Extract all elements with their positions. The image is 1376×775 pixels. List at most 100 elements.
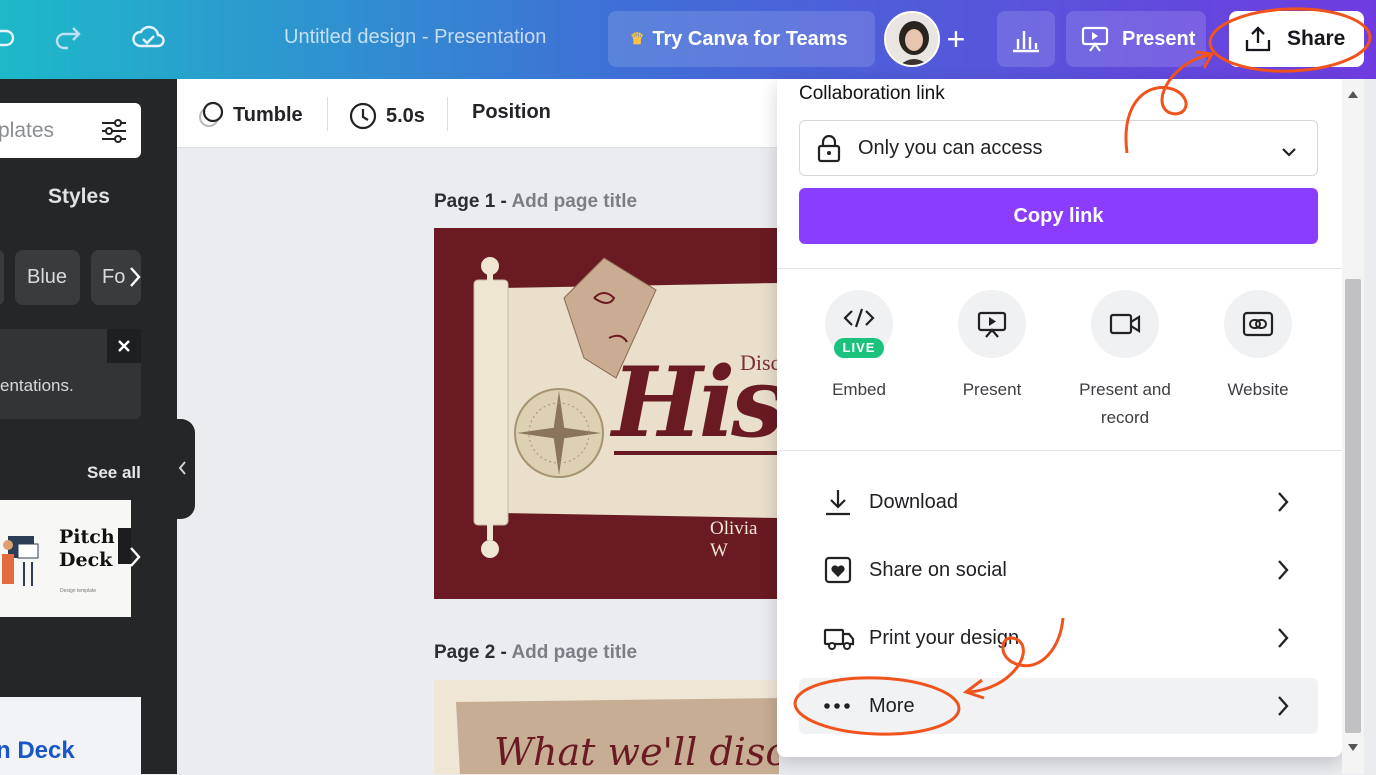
present-record-label: Present and record xyxy=(1079,380,1171,427)
style-chip-blue[interactable]: Blue xyxy=(15,250,80,305)
template-thumbnail[interactable]: n Deck xyxy=(0,697,141,775)
svg-text:Design template: Design template xyxy=(60,588,96,594)
lock-icon xyxy=(816,134,842,169)
clock-icon xyxy=(348,101,378,131)
preview-title: What we'll discuss xyxy=(494,730,779,774)
copy-link-button[interactable]: Copy link xyxy=(799,188,1318,244)
embed-option[interactable]: LIVE Embed xyxy=(794,290,924,404)
chevron-right-icon[interactable] xyxy=(128,265,142,294)
page-2-label: Page 2 - Add page title xyxy=(434,642,637,664)
scroll-down-icon[interactable] xyxy=(1348,739,1358,757)
collaboration-link-label: Collaboration link xyxy=(799,83,945,104)
truck-icon xyxy=(823,625,859,651)
present-screen-icon xyxy=(1080,24,1110,54)
template-title-1: Pitch xyxy=(59,526,115,548)
upload-share-icon xyxy=(1243,24,1273,54)
page-2-canvas[interactable]: What we'll discuss xyxy=(434,680,779,774)
share-on-social-row[interactable]: Share on social xyxy=(799,542,1318,598)
download-label: Download xyxy=(869,490,958,513)
present-option[interactable]: Present xyxy=(927,290,1057,404)
filter-sliders-icon[interactable] xyxy=(100,117,128,150)
chevron-right-icon[interactable] xyxy=(128,545,142,574)
crown-icon: ♛ xyxy=(630,31,645,48)
share-social-label: Share on social xyxy=(869,558,1007,581)
design-title[interactable]: Untitled design - Presentation xyxy=(284,26,546,49)
print-design-label: Print your design xyxy=(869,626,1020,649)
context-toolbar: Tumble 5.0s Position xyxy=(177,79,777,148)
present-option-label: Present xyxy=(962,380,1022,399)
popover-scrollbar[interactable] xyxy=(1342,79,1364,774)
divider xyxy=(777,450,1342,451)
add-page-title-link[interactable]: Add page title xyxy=(511,191,637,212)
position-button[interactable]: Position xyxy=(472,101,551,124)
top-bar: Untitled design - Presentation ♛ Try Can… xyxy=(0,0,1376,79)
divider xyxy=(777,268,1342,269)
divider xyxy=(447,97,448,131)
try-teams-button[interactable]: ♛ Try Canva for Teams xyxy=(608,11,875,67)
present-and-record-option[interactable]: Present and record xyxy=(1060,290,1190,432)
add-page-title-link[interactable]: Add page title xyxy=(511,642,637,663)
page-1-canvas[interactable]: Disc His Olivia W xyxy=(434,228,779,599)
animation-icon xyxy=(197,101,225,129)
present-label: Present xyxy=(1122,27,1196,50)
access-value: Only you can access xyxy=(858,136,1043,159)
print-design-row[interactable]: Print your design xyxy=(799,610,1318,666)
try-teams-label: Try Canva for Teams xyxy=(652,27,848,50)
scroll-up-icon[interactable] xyxy=(1348,85,1358,103)
collapse-panel-handle[interactable] xyxy=(171,419,195,519)
timing-button[interactable]: 5.0s xyxy=(348,101,425,131)
search-placeholder: plates xyxy=(0,119,55,142)
page-1-label: Page 1 - Add page title xyxy=(434,191,637,213)
scrollbar-thumb[interactable] xyxy=(1345,279,1361,733)
page-number: Page 2 - xyxy=(434,642,512,663)
side-panel: plates Styles Blue Fo entations. See all… xyxy=(0,79,177,775)
live-badge: LIVE xyxy=(834,338,884,358)
chevron-right-icon xyxy=(1276,626,1290,656)
website-option[interactable]: Website xyxy=(1193,290,1323,404)
redo-icon[interactable] xyxy=(52,22,82,57)
share-label: Share xyxy=(1287,27,1346,50)
bar-chart-icon xyxy=(1011,25,1041,58)
tip-text: entations. xyxy=(0,376,74,395)
chevron-left-icon xyxy=(177,460,187,481)
animation-button[interactable]: Tumble xyxy=(197,101,303,129)
preview-title: His xyxy=(612,346,779,459)
insights-button[interactable] xyxy=(997,11,1055,67)
download-icon xyxy=(823,487,859,517)
template-title-2: Deck xyxy=(59,549,113,571)
template-thumbnail[interactable]: Design template Pitch Deck xyxy=(0,500,131,617)
present-screen-icon xyxy=(958,290,1026,358)
heart-share-icon xyxy=(823,555,859,585)
chevron-down-icon xyxy=(1281,141,1297,164)
chip-label: Blue xyxy=(27,266,68,288)
share-button[interactable]: Share xyxy=(1229,11,1364,67)
cloud-saved-icon[interactable] xyxy=(131,22,165,57)
present-button[interactable]: Present xyxy=(1066,11,1206,67)
download-row[interactable]: Download xyxy=(799,474,1318,530)
video-camera-icon xyxy=(1091,290,1159,358)
more-dots-icon xyxy=(823,701,859,711)
more-row[interactable]: More xyxy=(799,678,1318,734)
more-label: More xyxy=(869,694,915,717)
style-chip-partial[interactable] xyxy=(0,250,4,305)
divider xyxy=(327,97,328,131)
add-collaborator-icon[interactable]: + xyxy=(936,20,976,60)
avatar[interactable] xyxy=(884,11,940,67)
website-link-icon xyxy=(1224,290,1292,358)
close-icon[interactable] xyxy=(107,329,141,363)
page-number: Page 1 - xyxy=(434,191,512,212)
chevron-right-icon xyxy=(1276,558,1290,588)
undo-icon[interactable] xyxy=(0,22,16,57)
styles-heading: Styles xyxy=(48,185,110,208)
chevron-right-icon xyxy=(1276,694,1290,724)
search-input[interactable]: plates xyxy=(0,103,141,158)
timing-label: 5.0s xyxy=(386,104,425,127)
chevron-right-icon xyxy=(1276,490,1290,520)
chip-label: Fo xyxy=(102,266,126,288)
animation-label: Tumble xyxy=(233,103,303,126)
see-all-link[interactable]: See all xyxy=(87,463,141,483)
tip-card: entations. xyxy=(0,329,141,419)
embed-label: Embed xyxy=(832,380,886,399)
template-title: n Deck xyxy=(0,737,75,764)
access-dropdown[interactable]: Only you can access xyxy=(799,120,1318,176)
